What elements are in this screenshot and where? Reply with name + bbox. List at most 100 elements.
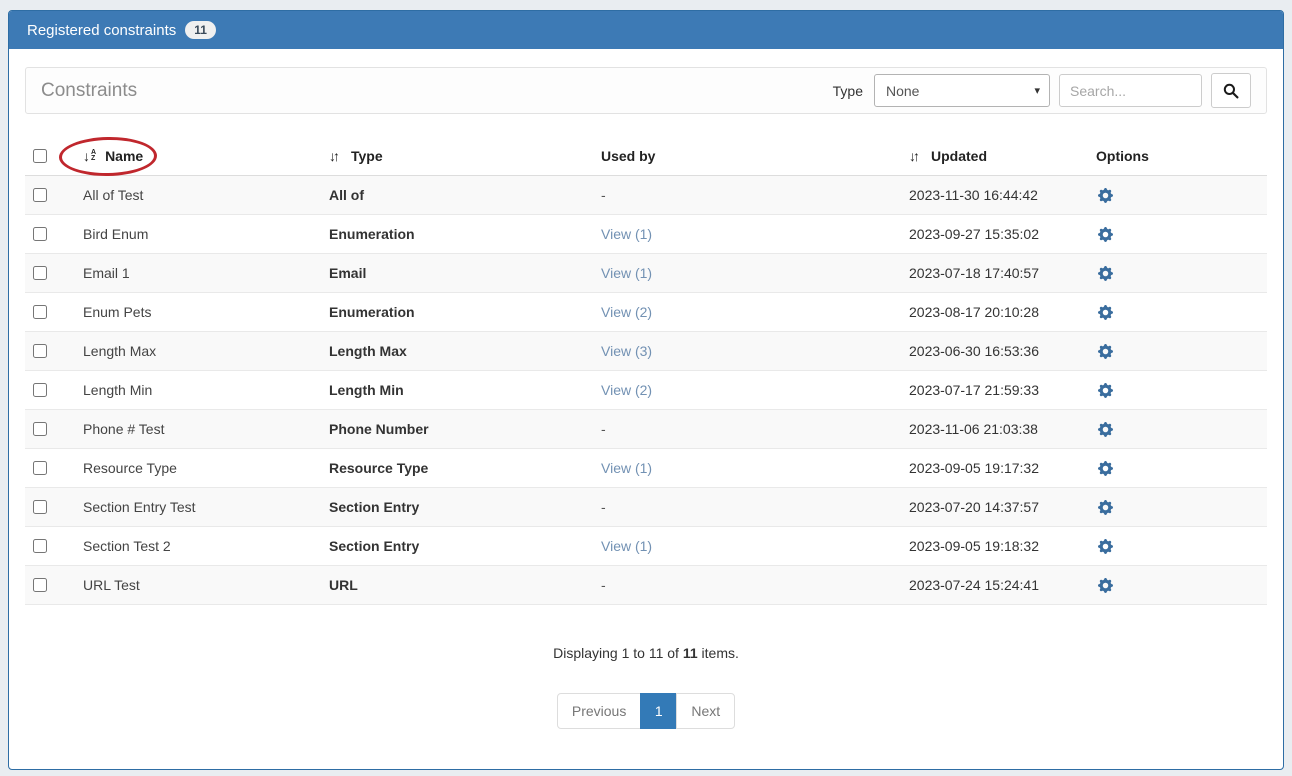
used-by-link[interactable]: View (2) — [601, 304, 652, 320]
constraint-name: All of Test — [76, 187, 321, 203]
toolbar-panel: Constraints Type None ▾ — [25, 67, 1267, 114]
constraint-name: Email 1 — [76, 265, 321, 281]
row-checkbox[interactable] — [33, 539, 47, 553]
table-row: Length MinLength MinView (2)2023-07-17 2… — [25, 371, 1267, 410]
options-gear-button[interactable] — [1096, 420, 1115, 439]
used-by-link[interactable]: View (2) — [601, 382, 652, 398]
table-row: Resource TypeResource TypeView (1)2023-0… — [25, 449, 1267, 488]
next-page-button[interactable]: Next — [676, 693, 735, 729]
row-checkbox[interactable] — [33, 578, 47, 592]
summary-suffix: items. — [698, 645, 739, 661]
sort-icon[interactable]: ↓↑ — [909, 148, 917, 164]
options-gear-button[interactable] — [1096, 186, 1115, 205]
column-header-name[interactable]: Name — [105, 148, 143, 164]
row-checkbox[interactable] — [33, 188, 47, 202]
constraint-updated: 2023-08-17 20:10:28 — [901, 304, 1086, 320]
constraint-updated: 2023-07-24 15:24:41 — [901, 577, 1086, 593]
options-gear-button[interactable] — [1096, 576, 1115, 595]
table-row: Section Entry TestSection Entry-2023-07-… — [25, 488, 1267, 527]
gear-icon — [1098, 305, 1113, 320]
constraint-type: Email — [321, 265, 591, 281]
constraint-name: Section Entry Test — [76, 499, 321, 515]
used-by-link[interactable]: View (3) — [601, 343, 652, 359]
options-gear-button[interactable] — [1096, 498, 1115, 517]
options-gear-button[interactable] — [1096, 225, 1115, 244]
column-header-options: Options — [1096, 148, 1149, 164]
constraints-table: ↓ A Z Name ↓↑ Type Used by ↓↑ Updated — [25, 136, 1267, 605]
options-gear-button[interactable] — [1096, 381, 1115, 400]
used-by-empty: - — [601, 421, 606, 437]
constraint-updated: 2023-07-20 14:37:57 — [901, 499, 1086, 515]
constraint-type: URL — [321, 577, 591, 593]
column-header-updated[interactable]: Updated — [931, 148, 987, 164]
constraint-updated: 2023-09-05 19:18:32 — [901, 538, 1086, 554]
sort-alpha-down-icon[interactable]: ↓ A Z — [83, 148, 96, 164]
gear-icon — [1098, 383, 1113, 398]
table-row: Section Test 2Section EntryView (1)2023-… — [25, 527, 1267, 566]
row-checkbox[interactable] — [33, 383, 47, 397]
used-by-link[interactable]: View (1) — [601, 538, 652, 554]
gear-icon — [1098, 266, 1113, 281]
used-by-empty: - — [601, 577, 606, 593]
constraint-type: Phone Number — [321, 421, 591, 437]
options-gear-button[interactable] — [1096, 459, 1115, 478]
constraint-name: Bird Enum — [76, 226, 321, 242]
table-row: Email 1Email View (1) 2023-07-18 17:40:57 — [25, 254, 1267, 293]
constraint-type: Length Max — [321, 343, 591, 359]
used-by-link[interactable]: View (1) — [601, 460, 652, 476]
row-checkbox[interactable] — [33, 461, 47, 475]
constraint-updated: 2023-07-17 21:59:33 — [901, 382, 1086, 398]
table-row: Phone # TestPhone Number- 2023-11-06 21:0… — [25, 410, 1267, 449]
constraint-updated: 2023-07-18 17:40:57 — [901, 265, 1086, 281]
constraint-updated: 2023-11-06 21:03:38 — [901, 421, 1086, 437]
table-row: All of TestAll of-2023-11-30 16:44:42 — [25, 176, 1267, 215]
constraint-type: Enumeration — [321, 304, 591, 320]
row-checkbox[interactable] — [33, 227, 47, 241]
constraint-type: Enumeration — [321, 226, 591, 242]
gear-icon — [1098, 461, 1113, 476]
gear-icon — [1098, 227, 1113, 242]
used-by-link[interactable]: View (1) — [601, 265, 652, 281]
table-row: Bird EnumEnumeration View (1) 2023-09-27 1… — [25, 215, 1267, 254]
current-page-button[interactable]: 1 — [640, 693, 677, 729]
select-all-checkbox[interactable] — [33, 149, 47, 163]
constraint-name: Resource Type — [76, 460, 321, 476]
search-button[interactable] — [1211, 73, 1251, 108]
constraint-type: Length Min — [321, 382, 591, 398]
type-filter-select[interactable]: None ▾ — [874, 74, 1050, 107]
search-icon — [1223, 83, 1239, 99]
used-by-empty: - — [601, 499, 606, 515]
count-badge: 11 — [185, 21, 216, 39]
options-gear-button[interactable] — [1096, 264, 1115, 283]
used-by-link[interactable]: View (1) — [601, 226, 652, 242]
type-filter-label: Type — [833, 83, 863, 99]
row-checkbox[interactable] — [33, 500, 47, 514]
previous-page-button[interactable]: Previous — [557, 693, 641, 729]
table-body: All of TestAll of-2023-11-30 16:44:42Bir… — [25, 176, 1267, 605]
summary-prefix: Displaying 1 to 11 of — [553, 645, 683, 661]
display-summary: Displaying 1 to 11 of 11 items. — [9, 645, 1283, 661]
sort-icon[interactable]: ↓↑ — [329, 148, 337, 164]
constraint-updated: 2023-09-05 19:17:32 — [901, 460, 1086, 476]
toolbar-controls: Type None ▾ — [833, 73, 1251, 108]
row-checkbox[interactable] — [33, 305, 47, 319]
constraint-updated: 2023-09-27 15:35:02 — [901, 226, 1086, 242]
page-title: Registered constraints — [27, 22, 176, 39]
constraint-name: URL Test — [76, 577, 321, 593]
row-checkbox[interactable] — [33, 266, 47, 280]
table-row: Length MaxLength MaxView (3)2023-06-30 1… — [25, 332, 1267, 371]
row-checkbox[interactable] — [33, 422, 47, 436]
column-header-type[interactable]: Type — [351, 148, 383, 164]
options-gear-button[interactable] — [1096, 342, 1115, 361]
options-gear-button[interactable] — [1096, 303, 1115, 322]
constraint-type: Section Entry — [321, 538, 591, 554]
gear-icon — [1098, 500, 1113, 515]
column-header-used-by: Used by — [601, 148, 655, 164]
caret-down-icon: ▾ — [1034, 83, 1040, 96]
search-input[interactable] — [1059, 74, 1202, 107]
options-gear-button[interactable] — [1096, 537, 1115, 556]
row-checkbox[interactable] — [33, 344, 47, 358]
constraint-name: Phone # Test — [76, 421, 321, 437]
gear-icon — [1098, 188, 1113, 203]
table-row: Enum PetsEnumerationView (2)2023-08-17 2… — [25, 293, 1267, 332]
